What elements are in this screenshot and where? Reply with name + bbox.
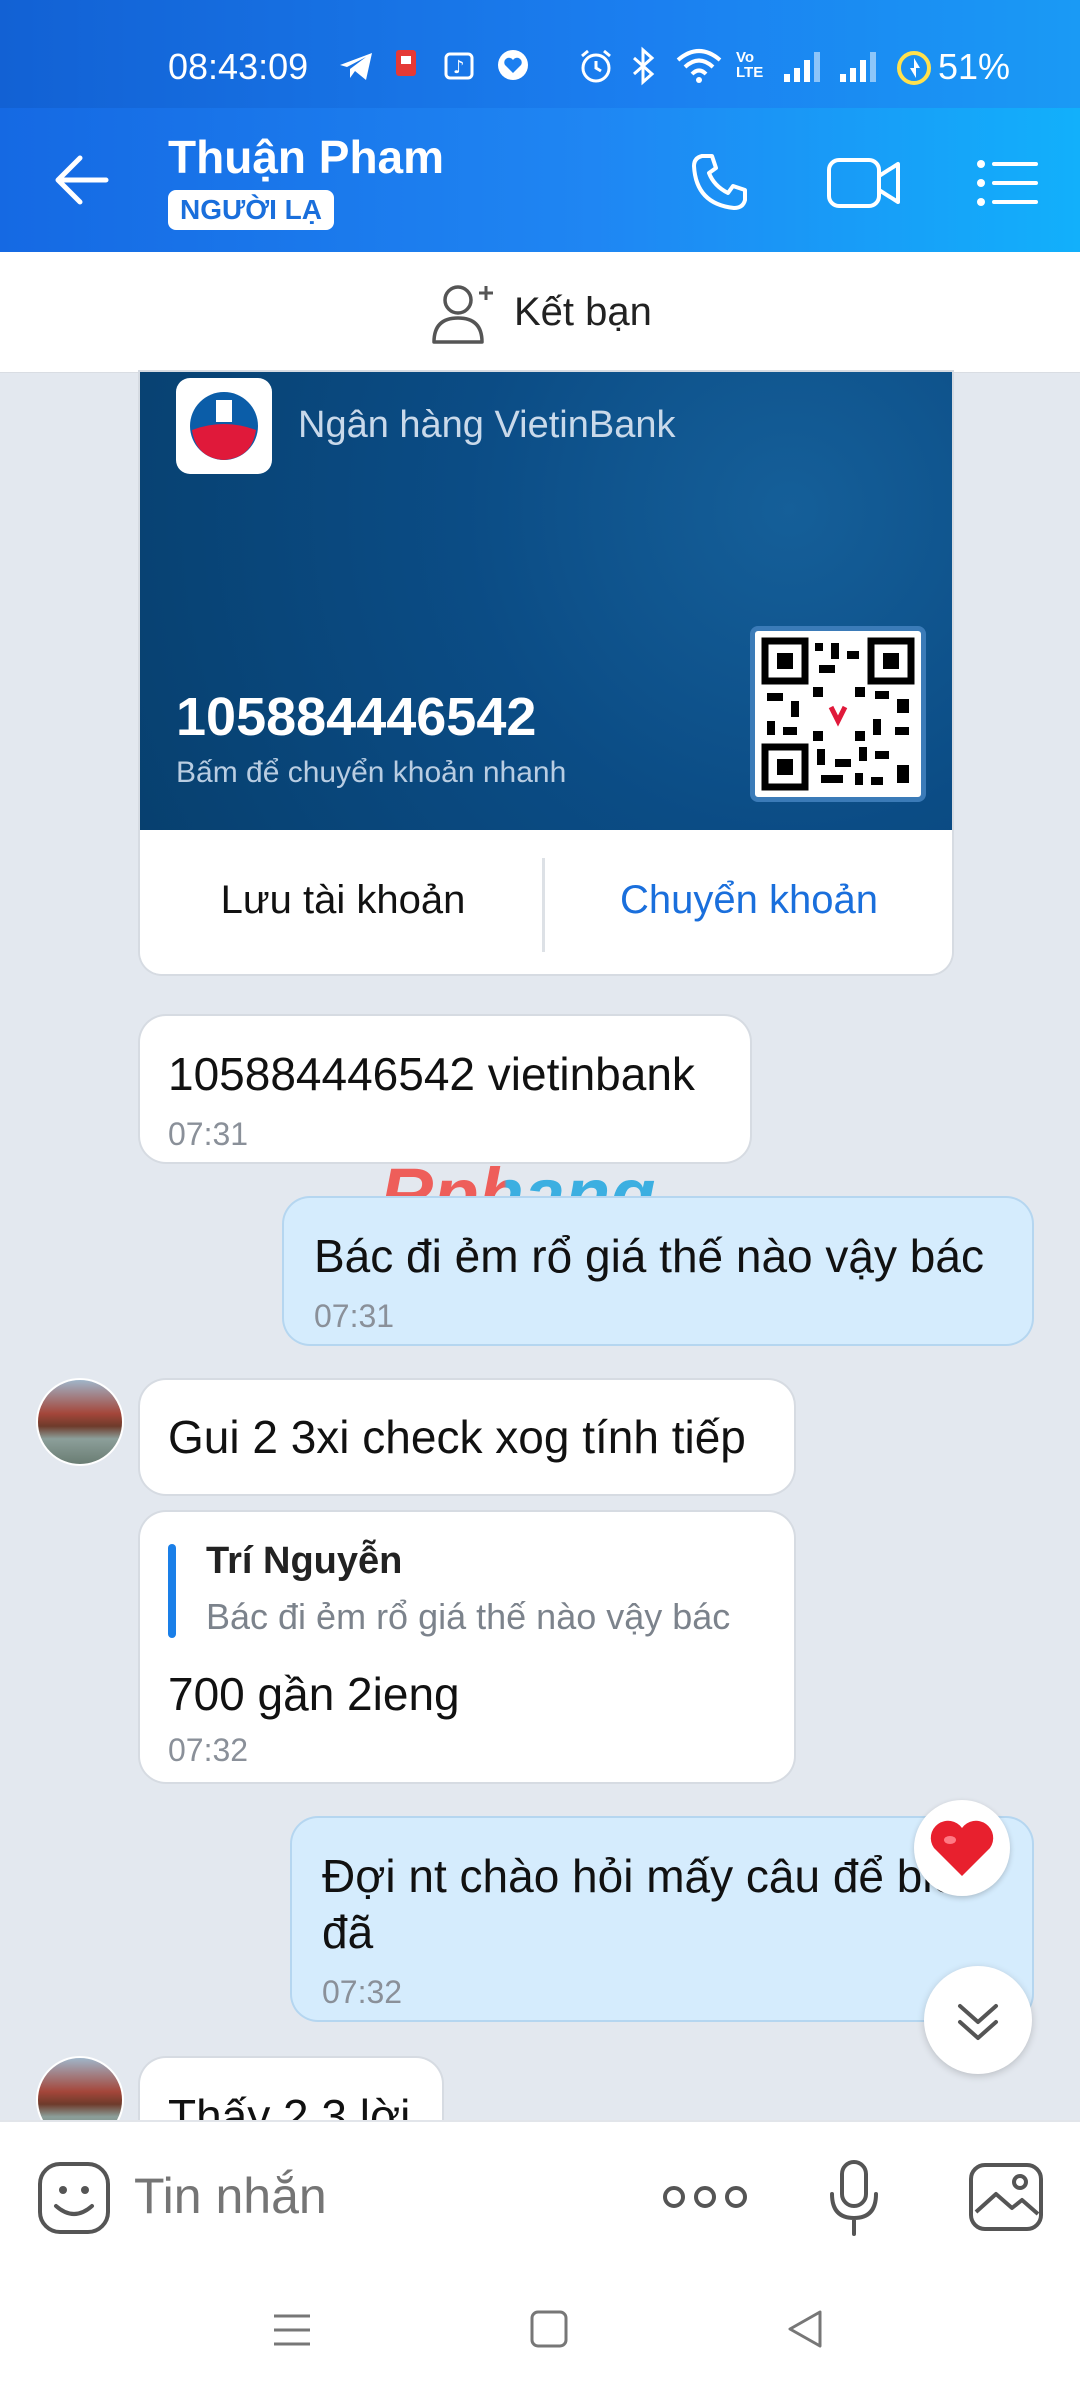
vietinbank-logo	[176, 378, 272, 474]
message-bubble-outgoing[interactable]: Bác đi ẻm rổ giá thế nào vậy bác 07:31	[284, 1198, 1032, 1344]
vietinbank-logo-icon	[190, 392, 258, 460]
save-account-button[interactable]: Lưu tài khoản	[140, 878, 546, 923]
message-text: 700 gần 2ieng	[168, 1668, 460, 1720]
alarm-icon	[581, 49, 611, 83]
qr-code[interactable]	[750, 626, 926, 802]
reply-message-bubble[interactable]: Trí Nguyễn Bác đi ẻm rổ giá thế nào vậy …	[140, 1512, 794, 1782]
phone-call-icon[interactable]	[688, 150, 752, 214]
bank-card-actions: Lưu tài khoản Chuyển khoản	[140, 830, 952, 974]
signal-icon-2	[840, 52, 876, 82]
heart-icon	[930, 1820, 994, 1876]
message-text: Bác đi ẻm rổ giá thế nào vậy bác	[314, 1230, 984, 1282]
volte-indicator: Vo LTE	[736, 49, 764, 81]
reaction-button[interactable]	[914, 1800, 1010, 1896]
status-time: 08:43:09	[168, 46, 309, 87]
image-gallery-icon[interactable]	[968, 2162, 1044, 2232]
svg-text:♪: ♪	[453, 57, 465, 78]
add-friend-bar[interactable]: Kết bạn	[0, 252, 1080, 373]
add-friend-icon	[432, 285, 493, 344]
menu-list-icon[interactable]	[976, 158, 1040, 208]
bank-account-number: 105884446542	[176, 687, 537, 747]
bank-card-message[interactable]: Ngân hàng VietinBank 105884446542 Bấm để…	[140, 372, 952, 974]
recent-apps-icon[interactable]	[270, 2310, 314, 2350]
contact-name[interactable]: Thuận Pham	[168, 130, 444, 184]
qr-code-icon	[761, 637, 915, 791]
message-time: 07:32	[322, 1974, 403, 2010]
message-bubble[interactable]: 105884446542 vietinbank 07:31	[140, 1016, 750, 1162]
message-bubble[interactable]: Gui 2 3xi check xog tính tiếp	[140, 1380, 794, 1494]
video-call-icon[interactable]	[826, 156, 902, 210]
chat-header: Thuận Pham NGƯỜI LẠ	[0, 108, 1080, 252]
quote-bar	[168, 1544, 176, 1638]
stranger-badge: NGƯỜI LẠ	[168, 190, 334, 230]
heart-shield-icon	[498, 50, 528, 80]
message-text-line2: đã	[322, 1906, 374, 1958]
tiktok-icon: ♪	[444, 52, 474, 80]
battery-percent: 51%	[938, 46, 1011, 87]
telegram-icon	[340, 53, 372, 80]
signal-icon	[784, 52, 820, 82]
message-text: 105884446542 vietinbank	[168, 1048, 695, 1100]
message-time: 07:31	[314, 1298, 395, 1334]
back-arrow-icon[interactable]	[54, 154, 110, 206]
add-friend-label: Kết bạn	[514, 290, 652, 334]
bluetooth-icon	[633, 46, 655, 86]
bank-name: Ngân hàng VietinBank	[298, 404, 676, 446]
quote-text: Bác đi ẻm rổ giá thế nào vậy bác	[206, 1596, 731, 1637]
message-text-line1: Đợi nt chào hỏi mấy câu để biết	[322, 1850, 971, 1902]
message-input-bar	[0, 2120, 1080, 2272]
home-button-icon[interactable]	[528, 2308, 570, 2350]
actions-divider	[542, 858, 545, 952]
system-nav-bar	[0, 2270, 1080, 2400]
bank-card-body[interactable]: Ngân hàng VietinBank 105884446542 Bấm để…	[140, 372, 952, 830]
status-bar: 08:43:09 ♪ Vo LTE 51%	[0, 0, 1080, 108]
transfer-button[interactable]: Chuyển khoản	[546, 878, 952, 923]
message-time: 07:32	[168, 1732, 249, 1768]
back-nav-icon[interactable]	[784, 2308, 826, 2350]
app-notification-icon	[396, 50, 416, 76]
sender-avatar[interactable]	[36, 1378, 124, 1466]
sticker-emoji-icon[interactable]	[36, 2160, 112, 2236]
double-chevron-down-icon	[958, 2004, 998, 2040]
message-text: Gui 2 3xi check xog tính tiếp	[168, 1411, 746, 1463]
microphone-icon[interactable]	[826, 2158, 882, 2238]
message-time: 07:31	[168, 1116, 249, 1152]
scroll-to-bottom-button[interactable]	[924, 1966, 1032, 2074]
quick-transfer-hint: Bấm để chuyển khoản nhanh	[176, 756, 567, 789]
message-input[interactable]	[134, 2158, 614, 2234]
quote-author: Trí Nguyễn	[206, 1540, 403, 1582]
more-options-icon[interactable]	[662, 2180, 748, 2214]
battery-icon	[897, 51, 931, 85]
wifi-icon	[676, 49, 722, 83]
